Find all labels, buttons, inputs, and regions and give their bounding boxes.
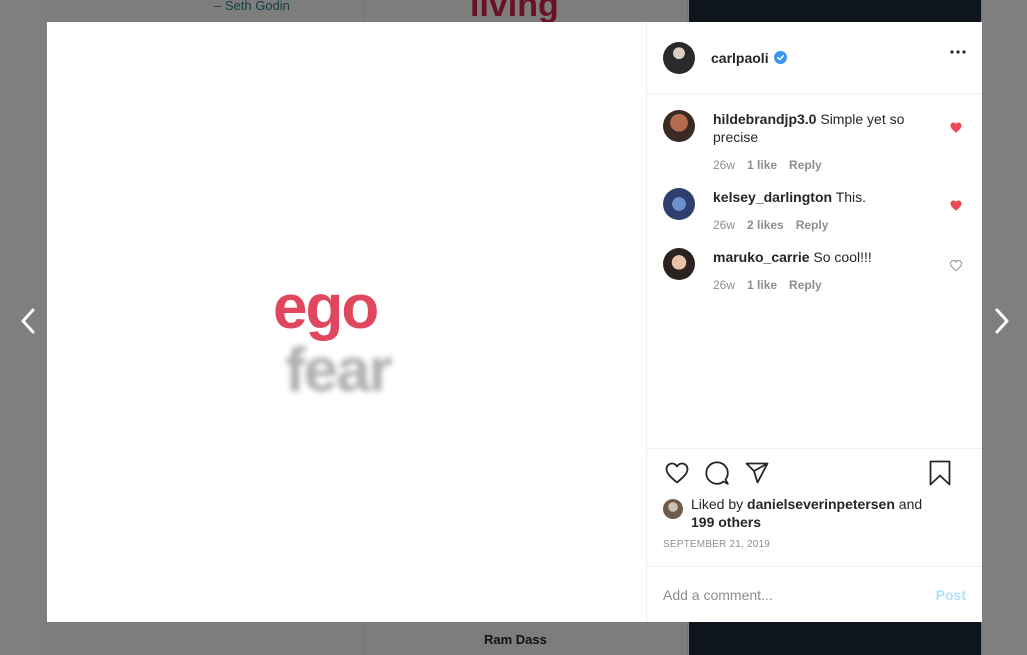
author-username[interactable]: carlpaoli [711, 50, 769, 66]
send-icon [745, 462, 769, 484]
commenter-avatar[interactable] [663, 110, 695, 142]
image-word-ego: ego [273, 273, 379, 342]
commenter-avatar[interactable] [663, 188, 695, 220]
author-avatar[interactable] [663, 41, 695, 74]
bookmark-icon [929, 460, 951, 486]
post-image[interactable]: ego fear [47, 22, 647, 622]
comments-list: hildebrandjp3.0 Simple yet so precise 26… [647, 94, 982, 448]
comment-button[interactable] [703, 459, 731, 487]
comment-item: hildebrandjp3.0 Simple yet so precise 26… [663, 110, 966, 172]
image-word-fear: fear [285, 336, 393, 405]
heart-icon [665, 462, 689, 484]
more-options-icon[interactable] [950, 50, 966, 54]
next-post-button[interactable] [987, 306, 1017, 336]
chevron-right-icon [995, 308, 1009, 334]
comment-text: This. [835, 189, 867, 205]
post-actions: Liked by danielseverinpetersen and 199 o… [647, 448, 982, 566]
liked-by-prefix: Liked by [691, 496, 744, 512]
comment-likes[interactable]: 1 like [747, 158, 777, 172]
comment-age[interactable]: 26w [713, 278, 735, 292]
comment-item: kelsey_darlington This. 26w 2 likes Repl… [663, 188, 966, 232]
comment-age[interactable]: 26w [713, 158, 735, 172]
reply-button[interactable]: Reply [789, 278, 822, 292]
share-button[interactable] [743, 459, 771, 487]
previous-post-button[interactable] [13, 306, 43, 336]
heart-outline-icon[interactable] [950, 260, 962, 271]
verified-badge-icon [773, 51, 787, 64]
add-comment-section: Post [647, 566, 982, 622]
reply-button[interactable]: Reply [796, 218, 829, 232]
chevron-left-icon [21, 308, 35, 334]
heart-filled-icon[interactable] [950, 122, 962, 133]
comment-likes[interactable]: 2 likes [747, 218, 784, 232]
liked-by-username[interactable]: danielseverinpetersen [747, 496, 895, 512]
comment-username[interactable]: hildebrandjp3.0 [713, 111, 816, 127]
commenter-avatar[interactable] [663, 248, 695, 280]
post-modal: ego fear carlpaoli hildebrandjp3.0 Simpl… [47, 22, 982, 622]
post-header: carlpaoli [647, 22, 982, 94]
post-date[interactable]: SEPTEMBER 21, 2019 [663, 539, 966, 550]
reply-button[interactable]: Reply [789, 158, 822, 172]
comment-item: maruko_carrie So cool!!! 26w 1 like Repl… [663, 248, 966, 292]
like-button[interactable] [663, 459, 691, 487]
heart-filled-icon[interactable] [950, 200, 962, 211]
post-comment-button[interactable]: Post [936, 587, 966, 603]
comment-text: So cool!!! [813, 249, 872, 265]
comment-username[interactable]: kelsey_darlington [713, 189, 832, 205]
post-sidebar: carlpaoli hildebrandjp3.0 Simple yet so … [647, 22, 982, 622]
save-button[interactable] [926, 459, 954, 487]
liker-avatar[interactable] [663, 499, 683, 519]
comment-likes[interactable]: 1 like [747, 278, 777, 292]
comment-input[interactable] [663, 586, 936, 603]
likes-others-link[interactable]: 199 others [691, 514, 761, 530]
comment-bubble-icon [705, 461, 729, 485]
liked-by-and: and [898, 496, 923, 512]
action-bar [663, 449, 966, 497]
comment-username[interactable]: maruko_carrie [713, 249, 810, 265]
liked-by: Liked by danielseverinpetersen and 199 o… [663, 495, 966, 531]
comment-age[interactable]: 26w [713, 218, 735, 232]
